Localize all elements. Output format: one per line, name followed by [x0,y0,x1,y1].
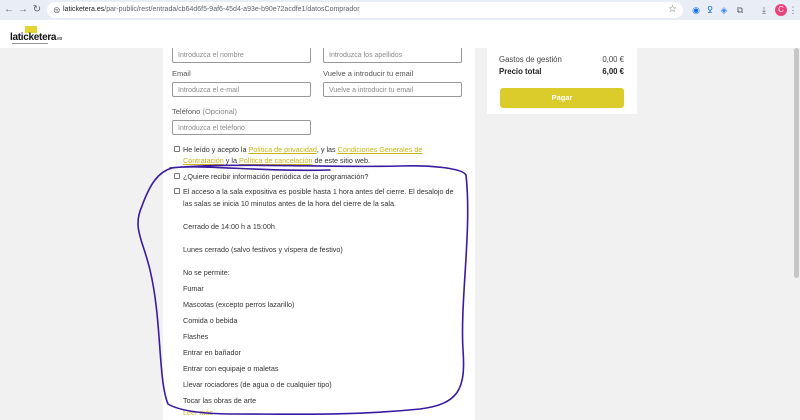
scrollbar-thumb[interactable] [794,48,799,278]
surname-input[interactable]: Introduzca los apellidos [323,48,462,63]
extensions-icon[interactable]: ⧉ [734,3,746,17]
extension-eye-icon[interactable]: ◉ [690,3,702,17]
avatar[interactable]: C [775,4,787,16]
list-item: Mascotas (excepto perros lazarillo) [183,300,295,309]
access-terms-checkbox[interactable] [174,188,180,194]
list-item: Fumar [183,284,204,293]
address-bar[interactable]: ⊜ laticketera.es/par-public/rest/entrada… [47,2,683,18]
forward-icon[interactable]: → [17,2,29,18]
list-item: Flashes [183,332,209,341]
access-terms-line-2: las salas se inicia 10 minutos antes de … [183,199,396,208]
page-scrollbar[interactable] [793,48,800,420]
newsletter-label: ¿Quiere recibir información periódica de… [183,172,369,181]
browser-toolbar: ← → ↻ ⊜ laticketera.es/par-public/rest/e… [0,0,800,20]
read-more-link[interactable]: Leer más [183,408,213,417]
total-label: Precio total [499,67,542,76]
menu-icon[interactable]: ⋮ [787,3,799,17]
download-icon[interactable]: ⤓ [758,3,770,17]
phone-label: Teléfono (Opcional) [172,107,238,116]
email-repeat-input[interactable]: Vuelve a introducir tu email [323,82,462,97]
closed-hours-text: Cerrado de 14:00 h a 15:00h [183,222,275,231]
access-terms-line-1: El acceso a la sala expositiva es posibl… [183,187,454,196]
name-input[interactable]: Introduzca el nombre [172,48,311,63]
list-item: Entrar en bañador [183,348,241,357]
privacy-policy-link[interactable]: Política de privacidad [249,145,317,154]
url-text: laticketera.es/par-public/rest/entrada/c… [63,6,360,13]
phone-input[interactable]: Introduzca el teléfono [172,120,311,135]
email-label: Email [172,69,191,78]
order-summary: Gastos de gestión 0,00 € Precio total 6,… [487,48,637,114]
site-logo[interactable]: laticketera.es [10,32,62,43]
consent-checkbox[interactable] [174,146,180,152]
extension-google-icon[interactable]: ◈ [718,3,730,17]
newsletter-checkbox[interactable] [174,173,180,179]
extension-translate-icon[interactable]: ꝿ [704,3,716,17]
consent-text: He leído y acepto la Política de privaci… [183,145,423,165]
list-item: Entrar con equipaje o maletas [183,364,279,373]
star-icon[interactable]: ☆ [668,2,677,18]
site-header: laticketera.es [0,20,800,48]
cancellation-policy-link[interactable]: Política de cancelación [239,156,313,165]
total-value: 6,00 € [602,67,624,76]
not-allowed-title: No se permite: [183,268,230,277]
list-item: Llevar rociadores (de agua o de cualquie… [183,380,332,389]
logo-underline [12,43,48,44]
list-item: Comida o bebida [183,316,238,325]
fees-value: 0,00 € [602,55,624,64]
fees-label: Gastos de gestión [499,55,562,64]
site-info-icon[interactable]: ⊜ [53,4,61,16]
closed-mondays-text: Lunes cerrado (salvo festivos y víspera … [183,245,343,254]
email-input[interactable]: Introduzca el e-mail [172,82,311,97]
reload-icon[interactable]: ↻ [31,2,43,18]
list-item: Tocar las obras de arte [183,396,257,405]
pay-button[interactable]: Pagar [500,88,624,108]
email-repeat-label: Vuelve a introducir tu email [323,69,414,78]
back-icon[interactable]: ← [3,2,15,18]
